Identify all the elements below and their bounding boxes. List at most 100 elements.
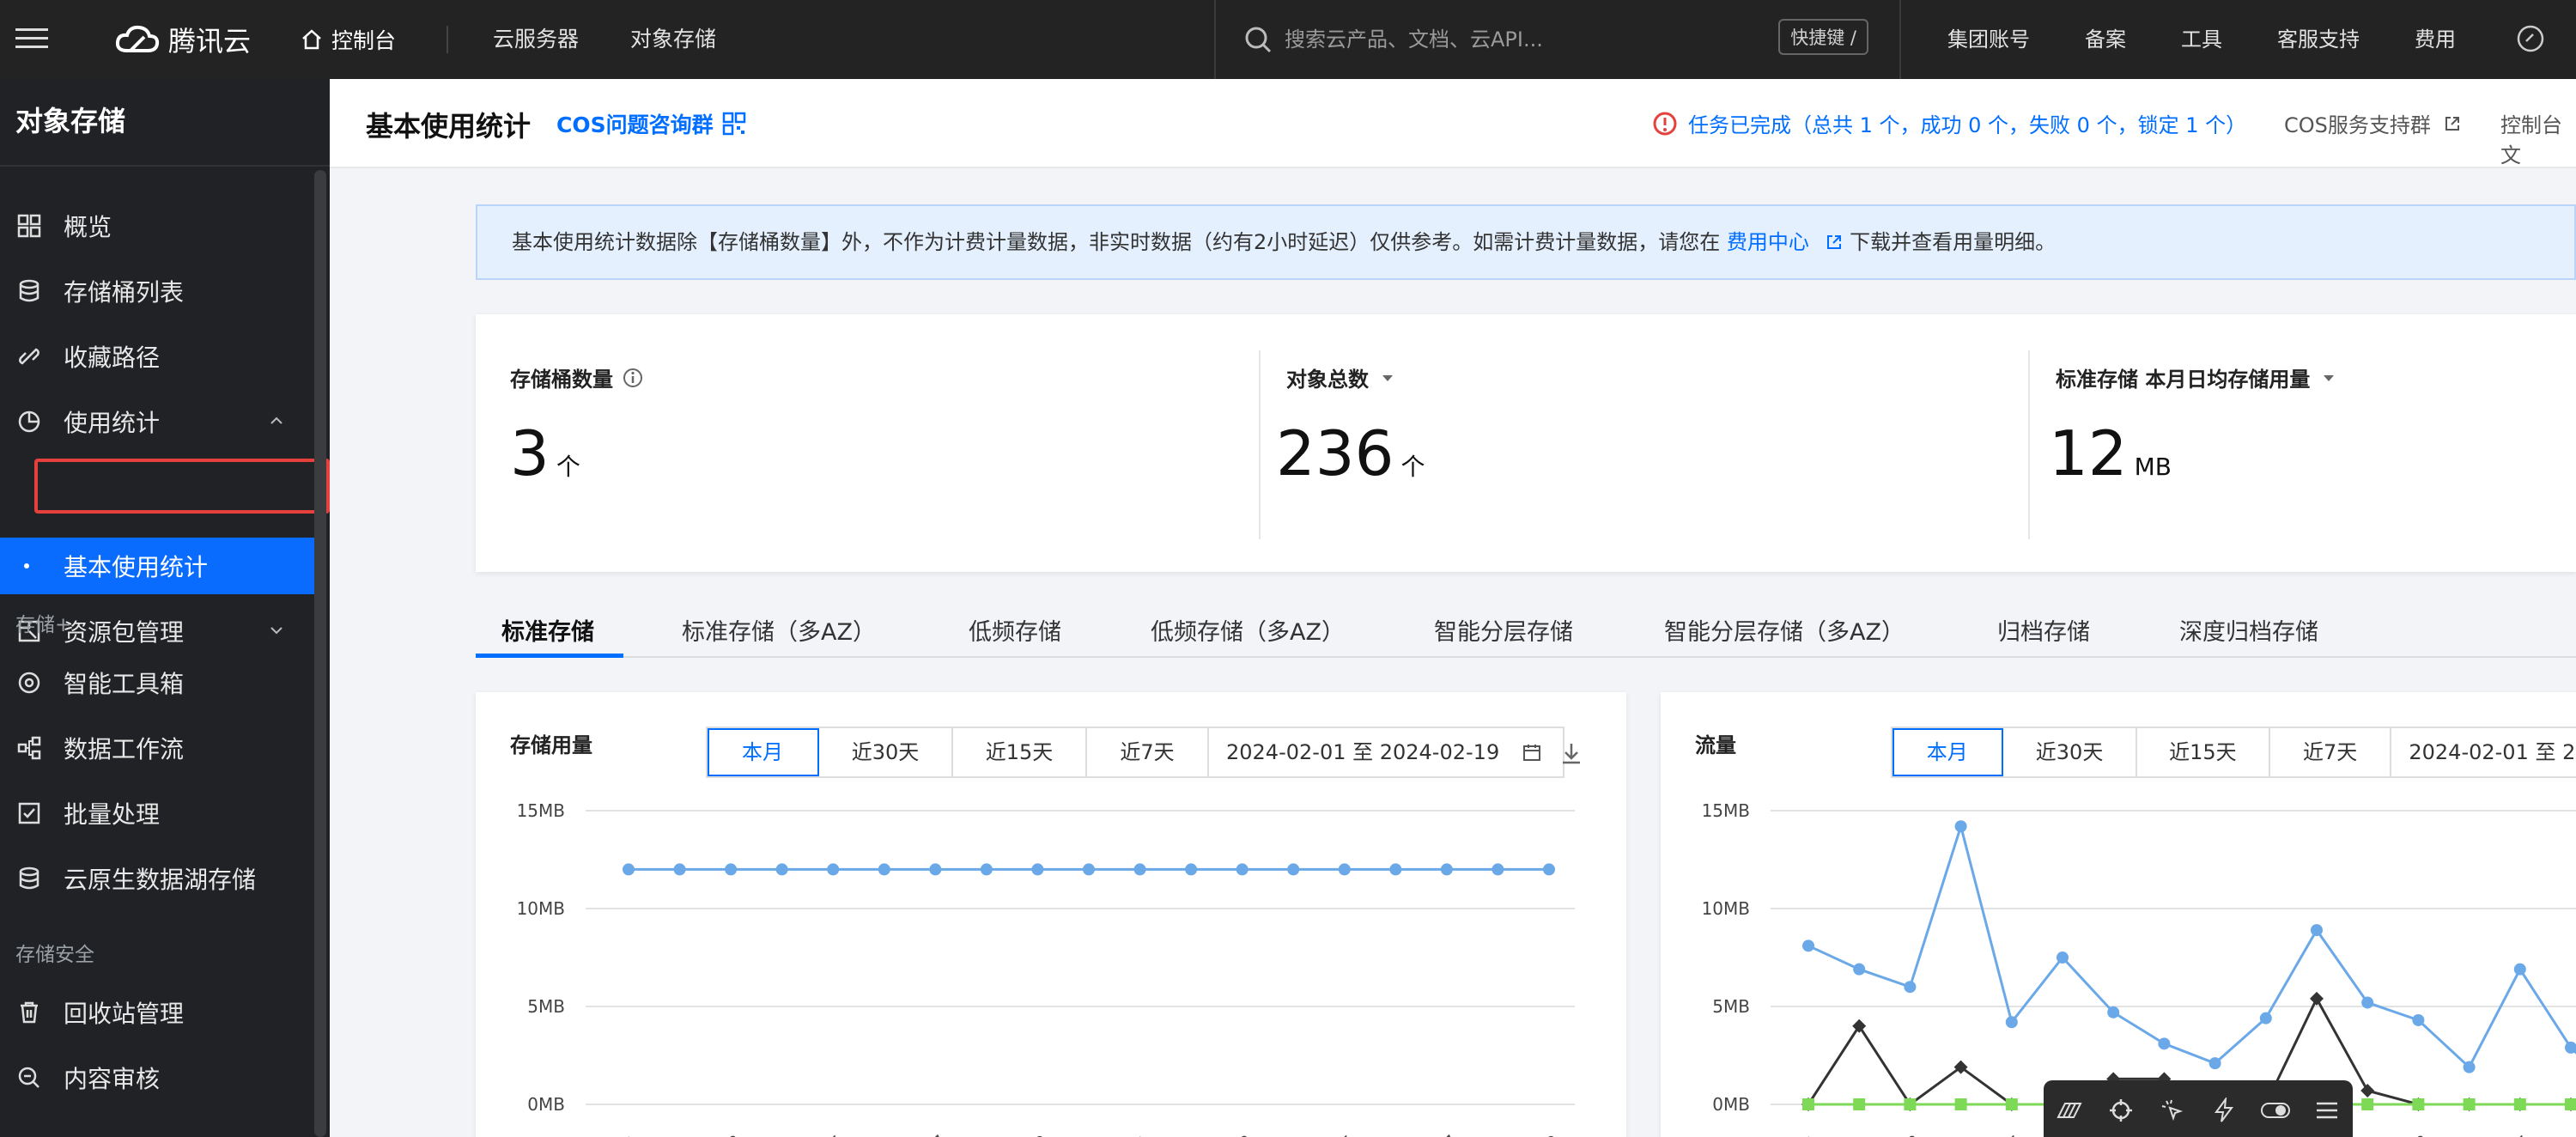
tab-intelligent-maz[interactable]: 智能分层存储（多AZ） — [1664, 613, 1905, 647]
data-point[interactable] — [1338, 863, 1351, 876]
data-point[interactable] — [2463, 1061, 2476, 1073]
data-point[interactable] — [2005, 1098, 2018, 1110]
data-point[interactable] — [1236, 863, 1249, 876]
cos-group-link[interactable]: COS问题咨询群 — [556, 108, 746, 139]
sidebar-item-buckets[interactable]: 存储桶列表 — [0, 263, 319, 319]
data-point[interactable] — [1543, 863, 1555, 876]
billing-center-link[interactable]: 费用中心 — [1727, 230, 1809, 254]
data-point[interactable] — [1031, 863, 1044, 876]
tab-standard[interactable]: 标准存储 — [501, 613, 594, 647]
data-point[interactable] — [2361, 1098, 2374, 1110]
info-icon[interactable] — [622, 367, 644, 389]
nav-cvm[interactable]: 云服务器 — [493, 21, 579, 58]
data-point[interactable] — [2360, 1084, 2375, 1098]
stat-label-text: 存储桶数量 — [510, 368, 613, 392]
data-point[interactable] — [2057, 952, 2069, 964]
data-point[interactable] — [1389, 863, 1402, 876]
data-point[interactable] — [1904, 1098, 1917, 1110]
data-point[interactable] — [827, 863, 840, 876]
console-docs-link[interactable]: 控制台文 — [2500, 108, 2576, 168]
tab-archive[interactable]: 归档存储 — [1997, 613, 2090, 647]
tab-ia-maz[interactable]: 低频存储（多AZ） — [1151, 613, 1345, 647]
data-point[interactable] — [775, 863, 788, 876]
sidebar-item-workflow[interactable]: 数据工作流 — [0, 720, 319, 776]
data-point[interactable] — [1133, 863, 1146, 876]
data-point[interactable] — [725, 863, 738, 876]
data-point[interactable] — [673, 863, 686, 876]
data-point[interactable] — [2259, 1012, 2272, 1025]
sidebar-item-batch[interactable]: 批量处理 — [0, 785, 319, 842]
data-point[interactable] — [2412, 1098, 2425, 1110]
data-point[interactable] — [2208, 1057, 2221, 1070]
stat-label[interactable]: 对象总数 — [1286, 362, 1396, 392]
account-avatar-icon[interactable] — [2516, 24, 2545, 53]
data-point[interactable] — [1853, 1098, 1866, 1110]
sidebar-item-content-moderation[interactable]: 内容审核 — [0, 1049, 319, 1106]
sidebar-item-smart-toolbox[interactable]: 智能工具箱 — [0, 654, 319, 711]
stat-object-count: 对象总数 236 个 — [1276, 314, 1637, 572]
nav-cos[interactable]: 对象存储 — [630, 21, 716, 58]
data-point[interactable] — [1954, 1098, 1967, 1110]
data-point[interactable] — [1904, 981, 1917, 994]
data-point[interactable] — [2565, 1041, 2576, 1054]
data-point[interactable] — [2158, 1037, 2171, 1050]
data-point[interactable] — [1287, 863, 1300, 876]
data-point[interactable] — [2107, 1006, 2120, 1018]
top-link-billing[interactable]: 费用 — [2415, 21, 2456, 58]
data-point[interactable] — [2412, 1013, 2425, 1026]
data-point[interactable] — [1440, 863, 1453, 876]
top-link-beian[interactable]: 备案 — [2085, 21, 2126, 58]
global-search[interactable]: 搜索云产品、文档、云API... 快捷键 / — [1214, 0, 1901, 79]
data-point[interactable] — [2311, 924, 2323, 937]
search-icon — [1245, 27, 1272, 53]
page-title: 基本使用统计 — [366, 110, 532, 143]
data-point[interactable] — [929, 863, 942, 876]
sidebar-item-recycle-bin[interactable]: 回收站管理 — [0, 984, 319, 1041]
data-point[interactable] — [623, 863, 635, 876]
data-point[interactable] — [1852, 1018, 1867, 1033]
menu-lines-icon[interactable] — [2312, 1095, 2342, 1126]
stat-label[interactable]: 标准存储 本月日均存储用量 — [2056, 362, 2337, 392]
data-point[interactable] — [1492, 863, 1504, 876]
tab-intelligent[interactable]: 智能分层存储 — [1434, 613, 1573, 647]
top-link-group-account[interactable]: 集团账号 — [1947, 21, 2030, 58]
top-link-support[interactable]: 客服支持 — [2277, 21, 2360, 58]
data-point[interactable] — [1802, 1098, 1814, 1110]
sidebar-item-basic-usage-stats[interactable]: 基本使用统计 — [0, 538, 319, 594]
data-point[interactable] — [2361, 996, 2374, 1009]
task-status[interactable]: 任务已完成（总共 1 个，成功 0 个，失败 0 个，锁定 1 个） — [1652, 108, 2246, 138]
crosshair-icon[interactable] — [2105, 1095, 2136, 1126]
data-point[interactable] — [1954, 820, 1967, 833]
data-point[interactable] — [1185, 863, 1198, 876]
sidebar-divider — [0, 165, 330, 167]
data-point[interactable] — [2310, 991, 2324, 1006]
console-home-link[interactable]: 控制台 — [301, 19, 396, 60]
sidebar-item-overview[interactable]: 概览 — [0, 198, 319, 254]
lightning-icon[interactable] — [2208, 1095, 2239, 1126]
data-point[interactable] — [2005, 1016, 2018, 1029]
data-point[interactable] — [878, 863, 890, 876]
data-point[interactable] — [980, 863, 993, 876]
tab-ia[interactable]: 低频存储 — [969, 613, 1061, 647]
sidebar-item-usage-stats[interactable]: 使用统计 — [0, 393, 319, 450]
data-point[interactable] — [2463, 1098, 2476, 1110]
tab-deep-archive[interactable]: 深度归档存储 — [2179, 613, 2318, 647]
hamburger-menu-icon[interactable] — [15, 22, 48, 57]
shading-icon[interactable] — [2054, 1095, 2085, 1126]
data-point[interactable] — [2565, 1098, 2576, 1110]
cos-support-group-link[interactable]: COS服务支持群 — [2284, 108, 2462, 138]
data-point[interactable] — [2513, 1098, 2526, 1110]
toggle-icon[interactable] — [2260, 1095, 2291, 1126]
tencent-cloud-logo[interactable]: 腾讯云 — [115, 17, 251, 62]
sidebar-item-favorites[interactable]: 收藏路径 — [0, 328, 319, 385]
data-point[interactable] — [1802, 939, 1814, 952]
sidebar-scrollbar[interactable] — [314, 170, 326, 1137]
cursor-click-icon[interactable] — [2157, 1095, 2188, 1126]
data-point[interactable] — [1853, 963, 1866, 976]
tab-standard-maz[interactable]: 标准存储（多AZ） — [682, 613, 876, 647]
shortcut-badge: 快捷键 / — [1778, 19, 1868, 55]
top-link-tools[interactable]: 工具 — [2181, 21, 2222, 58]
sidebar-item-datalake[interactable]: 云原生数据湖存储 — [0, 850, 319, 907]
data-point[interactable] — [2513, 963, 2526, 976]
data-point[interactable] — [1083, 863, 1095, 876]
